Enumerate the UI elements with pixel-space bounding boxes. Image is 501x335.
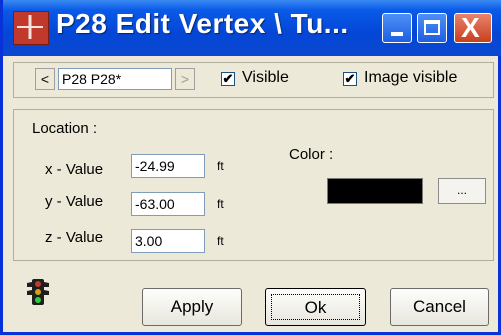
x-value-label: x - Value xyxy=(45,161,104,178)
window-title: P28 Edit Vertex \ Tu... xyxy=(56,8,349,39)
y-value-label: y - Value xyxy=(45,193,104,210)
ok-button[interactable]: Ok xyxy=(265,288,366,326)
x-unit-label: ft xyxy=(217,159,224,173)
color-picker-button[interactable]: ... xyxy=(438,178,486,204)
location-heading: Location : xyxy=(32,120,98,137)
visible-label: Visible xyxy=(242,69,289,86)
app-icon[interactable] xyxy=(13,11,49,45)
y-unit-label: ft xyxy=(217,197,224,211)
z-value-label: z - Value xyxy=(45,229,104,246)
x-value-field[interactable]: -24.99 xyxy=(131,154,205,178)
ok-button-label: Ok xyxy=(271,294,360,320)
z-unit-label: ft xyxy=(217,234,224,248)
maximize-button[interactable] xyxy=(417,13,447,43)
close-button[interactable]: X xyxy=(454,12,492,43)
apply-button[interactable]: Apply xyxy=(142,288,242,326)
color-label: Color : xyxy=(289,146,334,163)
image-visible-label: Image visible xyxy=(364,69,458,86)
visible-checkbox[interactable]: ✔ xyxy=(221,72,235,86)
image-visible-checkbox[interactable]: ✔ xyxy=(343,72,357,86)
next-vertex-button[interactable]: > xyxy=(175,68,195,90)
cancel-button[interactable]: Cancel xyxy=(390,288,489,326)
vertex-name-field[interactable]: P28 P28* xyxy=(58,68,172,90)
title-bar[interactable]: P28 Edit Vertex \ Tu... X xyxy=(3,0,501,56)
traffic-light-icon xyxy=(27,279,49,305)
edit-vertex-window: P28 Edit Vertex \ Tu... X < P28 P28* > ✔… xyxy=(0,0,501,335)
close-icon: X xyxy=(461,12,480,43)
minimize-icon xyxy=(391,32,403,36)
minimize-button[interactable] xyxy=(382,13,412,43)
color-swatch[interactable] xyxy=(327,178,423,204)
y-value-field[interactable]: -63.00 xyxy=(131,192,205,216)
z-value-field[interactable]: 3.00 xyxy=(131,229,205,253)
previous-vertex-button[interactable]: < xyxy=(35,68,55,90)
maximize-icon xyxy=(424,20,440,35)
